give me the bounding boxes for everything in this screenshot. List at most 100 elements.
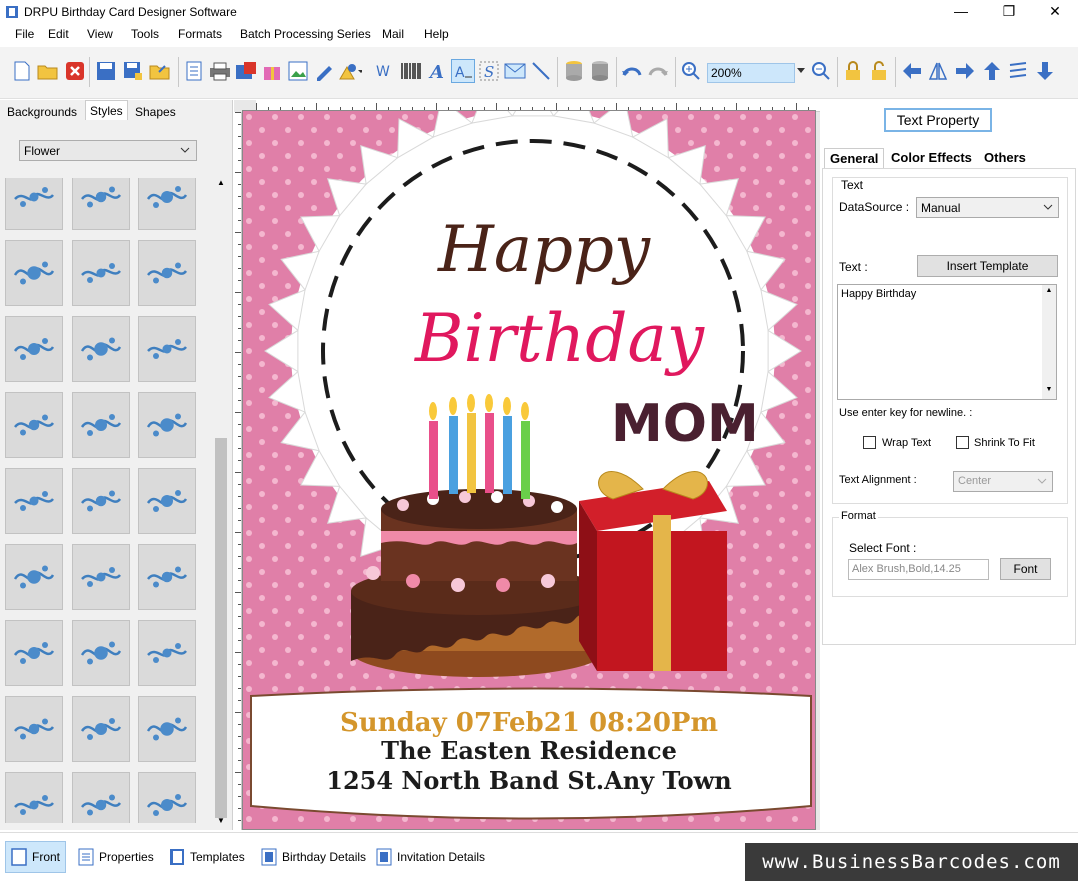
save-as-icon[interactable] — [121, 59, 145, 83]
menu-mail[interactable]: Mail — [382, 27, 404, 41]
insert-template-button[interactable]: Insert Template — [917, 255, 1058, 277]
style-thumbnail[interactable] — [5, 468, 63, 534]
tab-backgrounds[interactable]: Backgrounds — [3, 102, 81, 122]
style-thumbnail[interactable] — [72, 772, 130, 823]
card-line-happy[interactable]: Happy — [437, 213, 651, 287]
style-thumbnail[interactable] — [72, 620, 130, 686]
zoom-dropdown-icon[interactable] — [795, 59, 807, 83]
maximize-button[interactable]: ❐ — [986, 0, 1032, 24]
text-property-icon[interactable]: A — [451, 59, 475, 83]
style-thumbnail[interactable] — [138, 696, 196, 762]
style-thumbnail[interactable] — [5, 620, 63, 686]
card-venue[interactable]: The Easten Residence — [381, 736, 677, 765]
tab-others[interactable]: Others — [979, 148, 1031, 168]
pen-icon[interactable] — [312, 59, 336, 83]
redo-icon[interactable] — [646, 59, 670, 83]
open-icon[interactable] — [36, 59, 60, 83]
style-thumbnail[interactable] — [72, 316, 130, 382]
arrow-down-icon[interactable] — [1033, 59, 1057, 83]
card-address[interactable]: 1254 North Band St.Any Town — [326, 766, 731, 795]
style-thumbnail[interactable] — [72, 392, 130, 458]
style-thumbnail[interactable] — [138, 620, 196, 686]
style-thumbnail[interactable] — [138, 544, 196, 610]
birthday-card[interactable]: Happy Birthday MOM Sunday 07Feb21 08:20P… — [242, 110, 816, 830]
card-line-birthday[interactable]: Birthday — [414, 300, 705, 377]
lock-icon[interactable] — [841, 59, 865, 83]
tab-birthday-details[interactable]: Birthday Details — [256, 841, 371, 873]
arrow-right-icon[interactable] — [953, 59, 977, 83]
print-preview-icon[interactable] — [234, 59, 258, 83]
scroll-down-icon[interactable]: ▼ — [217, 816, 225, 825]
menu-batch-processing[interactable]: Batch Processing Series — [240, 27, 371, 41]
flip-icon[interactable] — [926, 59, 950, 83]
menu-view[interactable]: View — [87, 27, 113, 41]
font-value-field[interactable]: Alex Brush,Bold,14.25 — [848, 559, 989, 580]
style-thumbnail[interactable] — [138, 468, 196, 534]
save-icon[interactable] — [94, 59, 118, 83]
card-line-mom[interactable]: MOM — [611, 394, 759, 454]
text-input[interactable]: Happy Birthday ▲ ▼ — [837, 284, 1057, 400]
image-icon[interactable] — [286, 59, 310, 83]
line-icon[interactable] — [529, 59, 553, 83]
zoom-level-input[interactable]: 200% — [707, 63, 795, 83]
style-thumbnail[interactable] — [72, 468, 130, 534]
tab-properties[interactable]: Properties — [73, 841, 159, 873]
zoom-in-icon[interactable] — [679, 59, 703, 83]
menu-formats[interactable]: Formats — [178, 27, 222, 41]
style-thumbnail[interactable] — [5, 240, 63, 306]
style-thumbnail[interactable] — [5, 696, 63, 762]
style-thumbnail[interactable] — [72, 240, 130, 306]
style-category-select[interactable]: Flower — [19, 140, 197, 161]
tab-invitation-details[interactable]: Invitation Details — [371, 841, 490, 873]
style-thumbnail[interactable] — [138, 392, 196, 458]
shrink-to-fit-checkbox[interactable] — [956, 436, 969, 449]
minimize-button[interactable]: — — [938, 0, 984, 24]
curved-text-icon[interactable]: S — [477, 59, 501, 83]
properties-icon[interactable] — [182, 59, 206, 83]
style-thumbnail[interactable] — [72, 544, 130, 610]
tab-styles[interactable]: Styles — [85, 100, 128, 120]
align-icon[interactable] — [1006, 59, 1030, 83]
style-thumbnail[interactable] — [72, 178, 130, 230]
card-date[interactable]: Sunday 07Feb21 08:20Pm — [340, 708, 718, 738]
style-grid-scrollbar[interactable]: ▲ ▼ — [214, 176, 228, 826]
new-icon[interactable] — [10, 59, 34, 83]
menu-edit[interactable]: Edit — [48, 27, 69, 41]
wrap-text-checkbox[interactable] — [863, 436, 876, 449]
tab-general[interactable]: General — [824, 148, 885, 168]
font-button[interactable]: Font — [1000, 558, 1051, 580]
text-icon[interactable]: A — [425, 59, 449, 83]
style-thumbnail[interactable] — [5, 544, 63, 610]
datasource-select[interactable]: Manual — [916, 197, 1059, 218]
gift-icon[interactable] — [260, 59, 284, 83]
undo-icon[interactable] — [620, 59, 644, 83]
barcode-icon[interactable] — [399, 59, 423, 83]
style-thumbnail[interactable] — [138, 240, 196, 306]
style-thumbnail[interactable] — [5, 772, 63, 823]
database-settings-icon[interactable] — [588, 59, 612, 83]
arrow-up-icon[interactable] — [980, 59, 1004, 83]
export-icon[interactable] — [148, 59, 172, 83]
style-thumbnail[interactable] — [5, 316, 63, 382]
style-thumbnail[interactable] — [138, 772, 196, 823]
close-file-icon[interactable] — [63, 59, 87, 83]
tab-color-effects[interactable]: Color Effects — [886, 148, 977, 168]
print-icon[interactable] — [208, 59, 232, 83]
tab-shapes[interactable]: Shapes — [131, 102, 180, 122]
style-thumbnail[interactable] — [138, 178, 196, 230]
zoom-out-icon[interactable] — [809, 59, 833, 83]
style-thumbnail[interactable] — [5, 178, 63, 230]
text-alignment-select[interactable]: Center — [953, 471, 1053, 492]
scroll-thumb[interactable] — [215, 438, 227, 818]
mail-icon[interactable] — [503, 59, 527, 83]
close-button[interactable]: ✕ — [1032, 0, 1078, 24]
menu-help[interactable]: Help — [424, 27, 449, 41]
database-icon[interactable] — [562, 59, 586, 83]
scroll-up-icon[interactable]: ▲ — [217, 178, 225, 187]
picture-dropdown-icon[interactable] — [338, 59, 362, 83]
style-thumbnail[interactable] — [138, 316, 196, 382]
unlock-icon[interactable] — [867, 59, 891, 83]
menu-file[interactable]: File — [15, 27, 34, 41]
style-thumbnail[interactable] — [72, 696, 130, 762]
text-input-scrollbar[interactable]: ▲ ▼ — [1042, 285, 1056, 399]
